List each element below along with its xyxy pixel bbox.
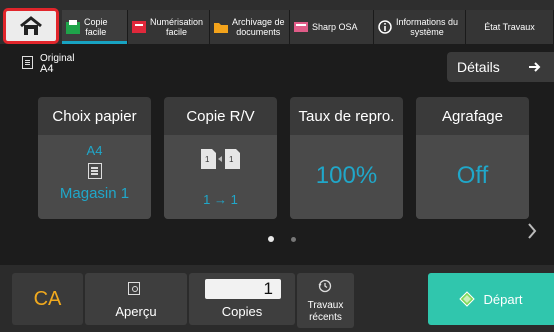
copy-ratio-title: Taux de repro. [298,107,395,125]
tab-easy-scan[interactable]: Numérisation facile [128,10,210,44]
duplex-copy-card[interactable]: Copie R/V 1 1 1 → 1 [164,97,277,219]
duplex-sides-icon: 1 1 [201,149,240,169]
history-icon [318,279,332,293]
tab-job-status[interactable]: État Travaux [466,10,554,44]
recent-jobs-button[interactable]: Travaux récents [297,273,354,328]
paper-select-card[interactable]: Choix papier A4 Magasin 1 [38,97,151,219]
start-button[interactable]: Départ [428,273,554,325]
copy-icon [66,20,80,34]
copy-ratio-body: 100% [290,135,403,219]
copy-ratio-card[interactable]: Taux de repro. 100% [290,97,403,219]
tab-document-filing-label: Archivage de documents [232,17,285,37]
paper-select-title: Choix papier [52,107,137,125]
tab-system-info-label: Informations du système [396,17,459,37]
home-button[interactable] [3,8,59,44]
staple-title: Agrafage [442,107,503,125]
preview-icon [128,282,140,295]
tab-document-filing[interactable]: Archivage de documents [210,10,290,44]
copies-label: Copies [221,304,263,319]
top-bar: Copie facile Numérisation facile Archiva… [0,0,554,44]
staple-body: Off [416,135,529,219]
paper-select-body: A4 Magasin 1 [38,135,151,219]
paper-size-value: A4 [86,143,103,158]
clear-all-label: CA [33,287,62,310]
scan-icon [132,20,146,34]
start-diamond-icon [459,291,476,307]
paper-sheet-icon [88,163,102,179]
arrow-right-icon [529,62,541,72]
copies-control: 1 Copies [189,273,295,325]
svg-text:1: 1 [229,155,234,164]
svg-text:1: 1 [205,155,210,164]
tab-easy-scan-label: Numérisation facile [150,17,204,37]
original-value: A4 [40,63,54,75]
tab-sharp-osa[interactable]: Sharp OSA [290,10,374,44]
osa-icon [294,20,308,34]
staple-value: Off [456,162,489,189]
tab-bar: Copie facile Numérisation facile Archiva… [62,10,554,44]
copy-ratio-value: 100% [315,162,378,189]
page-dot-active[interactable] [268,236,274,242]
original-document-icon [22,56,33,69]
tab-easy-copy-label: Copie facile [84,17,108,37]
page-dot[interactable] [291,237,296,242]
original-text: Original A4 [40,53,74,75]
clear-all-button[interactable]: CA [12,273,83,325]
next-page-arrow-icon[interactable] [527,222,537,246]
info-icon [378,20,392,34]
tab-job-status-label: État Travaux [484,22,535,32]
tab-system-info[interactable]: Informations du système [374,10,466,44]
duplex-value: 1 → 1 [203,192,238,207]
details-button[interactable]: Détails [447,52,554,82]
home-icon [20,16,42,35]
start-label: Départ [483,291,523,307]
folder-icon [214,20,228,34]
preview-label: Aperçu [115,304,157,319]
copies-input[interactable]: 1 [205,279,281,299]
tab-easy-copy[interactable]: Copie facile [62,10,128,44]
preview-button[interactable]: Aperçu [85,273,187,325]
paper-tray-value: Magasin 1 [59,185,130,202]
recent-jobs-label: Travaux récents [307,300,344,323]
duplex-copy-body: 1 1 1 → 1 [164,135,277,219]
details-label: Détails [457,59,500,75]
tab-sharp-osa-label: Sharp OSA [312,22,358,32]
staple-card[interactable]: Agrafage Off [416,97,529,219]
duplex-copy-title: Copie R/V [186,107,255,125]
